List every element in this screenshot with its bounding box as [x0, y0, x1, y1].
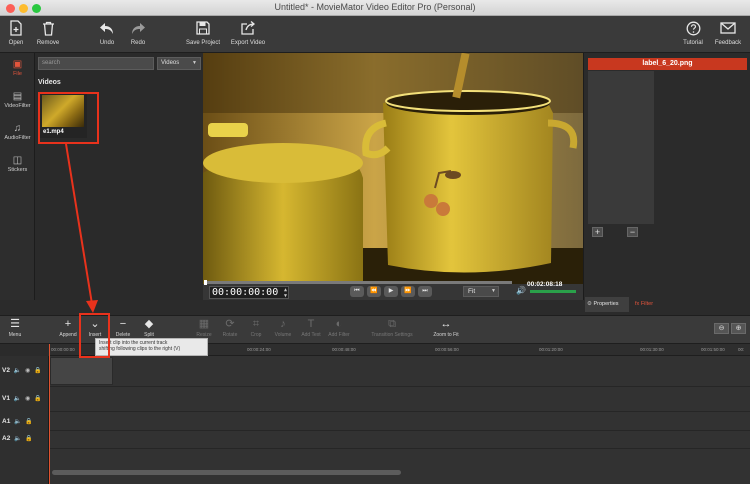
annotation-arrow [65, 143, 98, 313]
